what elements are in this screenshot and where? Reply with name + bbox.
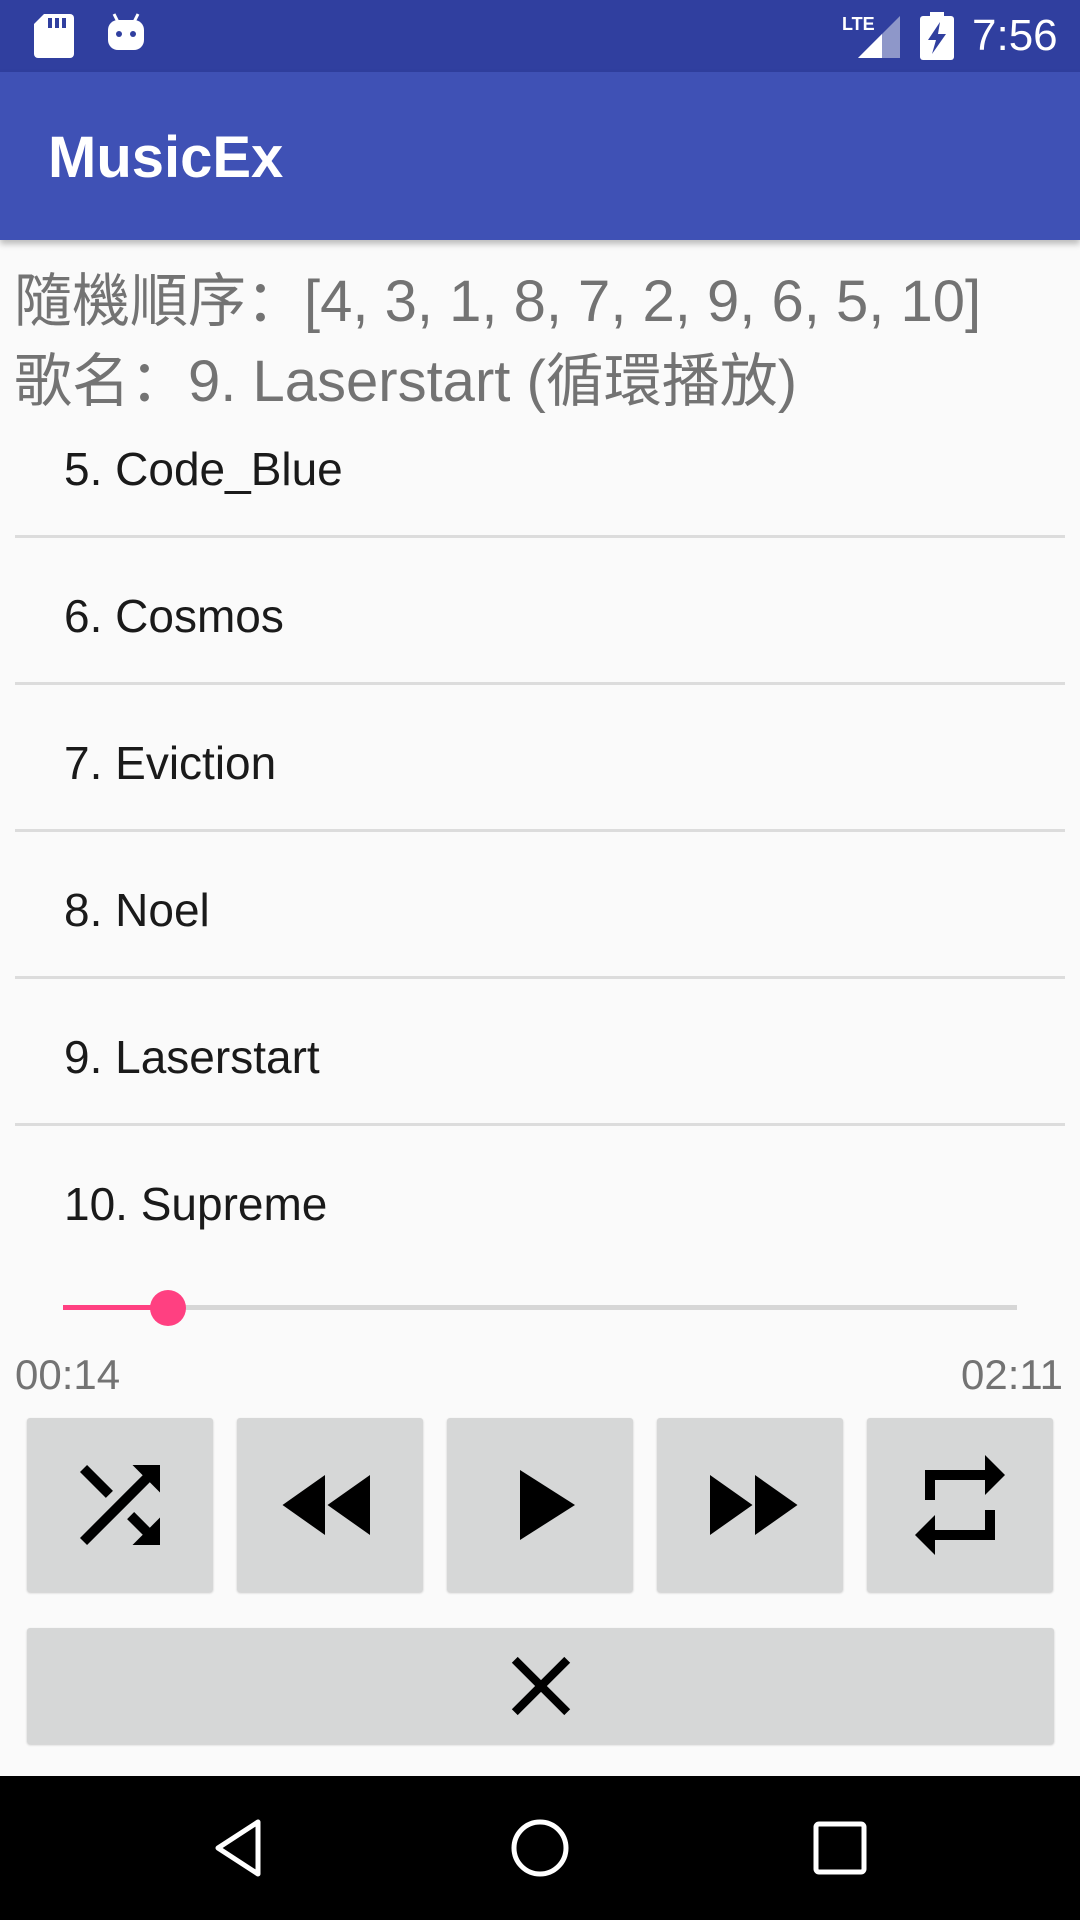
status-bar: LTE 7:56 [0, 0, 1080, 72]
recents-icon[interactable] [808, 1816, 872, 1880]
shuffle-order-text: 隨機順序：[4, 3, 1, 8, 7, 2, 9, 6, 5, 10] [14, 269, 982, 334]
song-title: 7. Eviction [64, 737, 277, 789]
close-icon [511, 1656, 570, 1716]
playback-controls [27, 1418, 1054, 1592]
list-item[interactable]: 9. Laserstart [15, 979, 1065, 1126]
android-icon [108, 13, 144, 50]
song-title: 6. Cosmos [64, 590, 284, 642]
list-item[interactable]: 7. Eviction [15, 685, 1065, 832]
battery-charging-icon [920, 12, 954, 60]
home-icon[interactable] [508, 1816, 572, 1880]
seek-bar[interactable] [63, 1290, 1017, 1326]
seek-track [63, 1305, 1017, 1310]
fast-forward-icon [710, 1475, 798, 1535]
song-list[interactable]: 5. Code_Blue 6. Cosmos 7. Eviction 8. No… [15, 405, 1065, 1273]
list-item[interactable]: 5. Code_Blue [15, 405, 1065, 538]
repeat-button[interactable] [867, 1418, 1053, 1592]
list-item[interactable]: 10. Supreme [15, 1126, 1065, 1273]
list-item[interactable]: 6. Cosmos [15, 538, 1065, 685]
rewind-button[interactable] [237, 1418, 423, 1592]
navigation-bar [0, 1776, 1080, 1920]
fast-forward-button[interactable] [657, 1418, 843, 1592]
list-item[interactable]: 8. Noel [15, 832, 1065, 979]
app-title: MusicEx [48, 125, 284, 190]
repeat-icon [915, 1455, 1005, 1555]
lte-signal-icon: LTE [842, 14, 900, 58]
status-time: 7:56 [972, 11, 1058, 60]
play-icon [520, 1470, 575, 1540]
play-button[interactable] [447, 1418, 633, 1592]
svg-text:LTE: LTE [842, 14, 875, 34]
seek-thumb[interactable] [149, 1290, 186, 1326]
shuffle-icon [80, 1465, 160, 1545]
shuffle-button[interactable] [27, 1418, 213, 1592]
close-button[interactable] [27, 1628, 1054, 1744]
rewind-icon [282, 1475, 370, 1535]
back-icon[interactable] [208, 1816, 272, 1880]
song-title: 9. Laserstart [64, 1031, 320, 1083]
playback-info: 隨機順序：[4, 3, 1, 8, 7, 2, 9, 6, 5, 10] 歌名：… [14, 262, 1074, 422]
total-time: 02:11 [961, 1351, 1063, 1398]
song-title: 10. Supreme [64, 1178, 328, 1230]
song-title: 5. Code_Blue [64, 443, 343, 495]
song-title: 8. Noel [64, 884, 210, 936]
sd-card-icon [34, 14, 74, 58]
app-bar: MusicEx [0, 72, 1080, 240]
current-time: 00:14 [15, 1351, 121, 1398]
